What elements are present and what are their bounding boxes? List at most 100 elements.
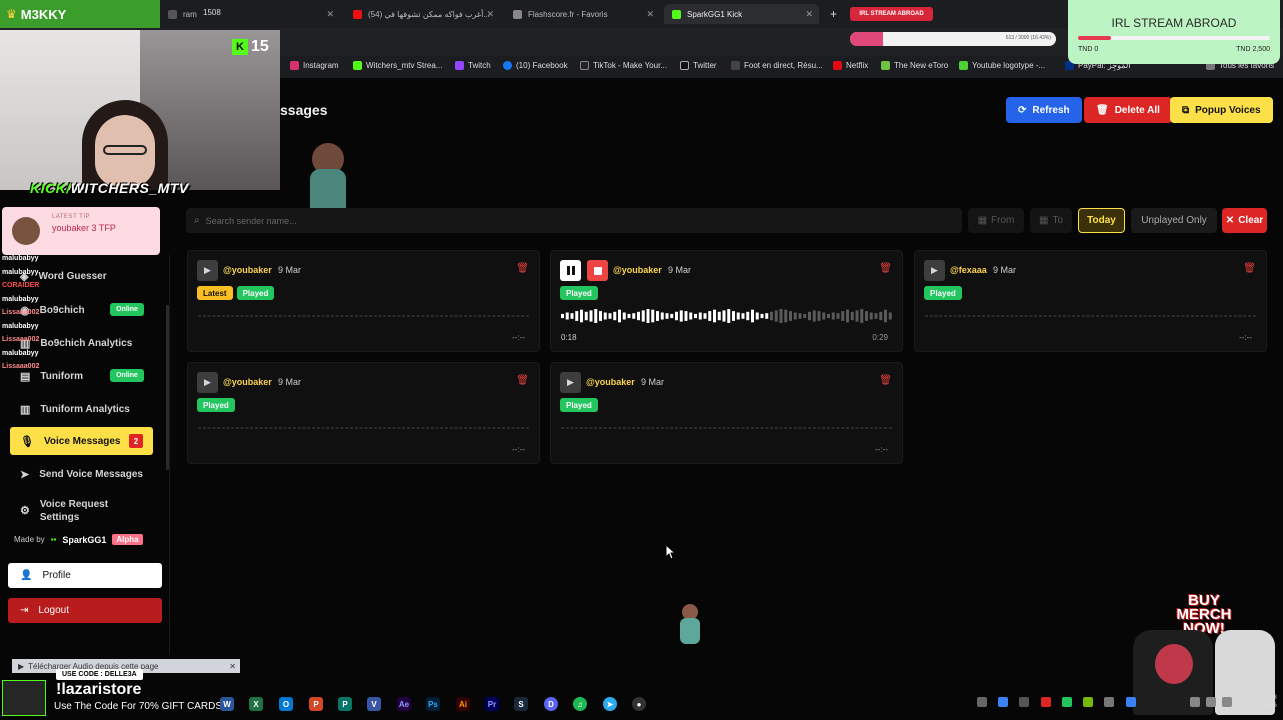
sidebar-item-voice-messages[interactable]: 🎙 Voice Messages 2 <box>10 427 153 455</box>
sidebar-item-voice-request-settings[interactable]: ⚙ Voice Request Settings <box>10 493 153 529</box>
waveform[interactable] <box>925 307 1258 325</box>
close-tab-icon[interactable]: ✕ <box>646 9 654 20</box>
excel-icon[interactable]: X <box>249 697 263 711</box>
sender-name[interactable]: @youbaker <box>223 265 272 275</box>
bookmark[interactable]: TikTok - Make Your... <box>580 61 667 70</box>
network-icon[interactable] <box>1190 697 1200 707</box>
waveform[interactable] <box>561 307 894 325</box>
bookmark[interactable]: Foot en direct, Résu... <box>731 61 823 70</box>
browser-tab[interactable]: ram ✕ <box>160 4 340 24</box>
battery-icon[interactable] <box>1222 697 1232 707</box>
stop-button[interactable] <box>587 260 608 281</box>
unplayed-only-button[interactable]: Unplayed Only <box>1131 208 1217 233</box>
sender-name[interactable]: @fexaaa <box>950 265 987 275</box>
popup-voices-button[interactable]: ⧉ Popup Voices <box>1170 97 1273 123</box>
system-clock[interactable]: 13:18 9/03/2026 <box>1250 694 1277 710</box>
waveform-bar <box>1053 315 1057 317</box>
waveform-bar <box>1224 315 1228 317</box>
waveform-bar <box>1015 315 1019 317</box>
delete-message-icon[interactable]: 🗑 <box>879 263 892 274</box>
bookmark[interactable]: Twitch <box>455 61 491 70</box>
close-tab-icon[interactable]: ✕ <box>486 9 494 20</box>
premiere-icon[interactable]: Pr <box>485 697 499 711</box>
waveform[interactable] <box>198 307 531 325</box>
mouse-cursor-icon <box>665 544 677 560</box>
waveform-bar <box>245 427 249 429</box>
word-icon[interactable]: W <box>220 697 234 711</box>
waveform-bar <box>779 309 783 323</box>
illustrator-icon[interactable]: Ai <box>456 697 470 711</box>
tray-chevron-icon[interactable] <box>977 697 987 707</box>
powerpoint-icon[interactable]: P <box>309 697 323 711</box>
browser-tab-active[interactable]: SparkGG1 Kick ✕ <box>664 4 819 24</box>
waveform-bar <box>202 427 206 429</box>
tray-app-icon[interactable] <box>998 697 1008 707</box>
bookmark[interactable]: Youtube logotype -... <box>959 61 1045 70</box>
search-input[interactable] <box>205 215 906 226</box>
discord-icon[interactable]: D <box>544 697 558 711</box>
bluetooth-icon[interactable] <box>1126 697 1136 707</box>
sender-name[interactable]: @youbaker <box>586 377 635 387</box>
refresh-button[interactable]: ⟳ Refresh <box>1006 97 1082 123</box>
bookmark[interactable]: (10) Facebook <box>503 61 568 70</box>
photoshop-icon[interactable]: Ps <box>426 697 440 711</box>
close-tab-icon[interactable]: ✕ <box>805 9 813 20</box>
visio-icon[interactable]: V <box>367 697 381 711</box>
delete-message-icon[interactable]: 🗑 <box>516 375 529 386</box>
bookmark[interactable]: Witchers_mtv Strea... <box>353 61 442 70</box>
waveform-bar <box>1119 315 1123 317</box>
telegram-icon[interactable]: ➤ <box>603 697 617 711</box>
play-button[interactable]: ▶ <box>560 372 581 393</box>
volume-icon[interactable] <box>1206 697 1216 707</box>
delete-message-icon[interactable]: 🗑 <box>516 263 529 274</box>
tray-app-icon[interactable] <box>1104 697 1114 707</box>
bookmark[interactable]: Netflix <box>833 61 868 70</box>
from-date-button[interactable]: ▦ From <box>968 208 1024 233</box>
bookmark[interactable]: The New eToro <box>881 61 948 70</box>
delete-all-button[interactable]: 🗑 Delete All <box>1084 97 1172 123</box>
waveform[interactable] <box>561 419 894 437</box>
publisher-icon[interactable]: P <box>338 697 352 711</box>
today-filter-button[interactable]: Today <box>1078 208 1125 233</box>
bookmark[interactable]: Instagram <box>290 61 339 70</box>
logout-button[interactable]: ⇥ Logout <box>8 598 162 623</box>
waveform-bar <box>340 315 344 317</box>
waveform-bar <box>202 315 206 317</box>
spotify-icon[interactable]: ♫ <box>573 697 587 711</box>
tray-app-icon[interactable] <box>1019 697 1029 707</box>
tray-app-icon[interactable] <box>1062 697 1072 707</box>
waveform[interactable] <box>198 419 531 437</box>
tray-app-icon[interactable] <box>1041 697 1051 707</box>
waveform-bar <box>1091 315 1095 317</box>
profile-button[interactable]: 👤 Profile <box>8 563 162 588</box>
sidebar-item-send-voice-messages[interactable]: ➤ Send Voice Messages <box>10 460 153 488</box>
browser-tab[interactable]: Flashscore.fr - Favoris ✕ <box>505 4 660 24</box>
bookmark[interactable]: Twitter <box>680 61 717 70</box>
close-icon[interactable]: ✕ <box>229 662 240 671</box>
sidebar-scrollbar[interactable] <box>166 305 169 470</box>
waveform-bar <box>608 427 612 429</box>
pause-button[interactable] <box>560 260 581 281</box>
clear-filters-button[interactable]: ✕ Clear <box>1222 208 1267 233</box>
sender-name[interactable]: @youbaker <box>223 377 272 387</box>
steam-icon[interactable]: S <box>514 697 528 711</box>
waveform-bar <box>231 315 235 317</box>
nvidia-icon[interactable] <box>1083 697 1093 707</box>
delete-message-icon[interactable]: 🗑 <box>1243 263 1256 274</box>
outlook-icon[interactable]: O <box>279 697 293 711</box>
new-tab-button[interactable]: + <box>822 4 842 24</box>
waveform-bar <box>613 427 617 429</box>
after-effects-icon[interactable]: Ae <box>397 697 411 711</box>
browser-tab[interactable]: (54) أغرب فواكه ممكن تشوفها في... ✕ <box>345 4 500 24</box>
to-date-button[interactable]: ▦ To <box>1030 208 1072 233</box>
obs-icon[interactable]: ● <box>632 697 646 711</box>
sender-name[interactable]: @youbaker <box>613 265 662 275</box>
search-field[interactable]: ⌕ <box>186 208 962 233</box>
play-button[interactable]: ▶ <box>924 260 945 281</box>
delete-message-icon[interactable]: 🗑 <box>879 375 892 386</box>
waveform-bar <box>698 427 702 429</box>
play-button[interactable]: ▶ <box>197 260 218 281</box>
play-button[interactable]: ▶ <box>197 372 218 393</box>
waveform-bar <box>741 427 745 429</box>
close-tab-icon[interactable]: ✕ <box>326 9 334 20</box>
